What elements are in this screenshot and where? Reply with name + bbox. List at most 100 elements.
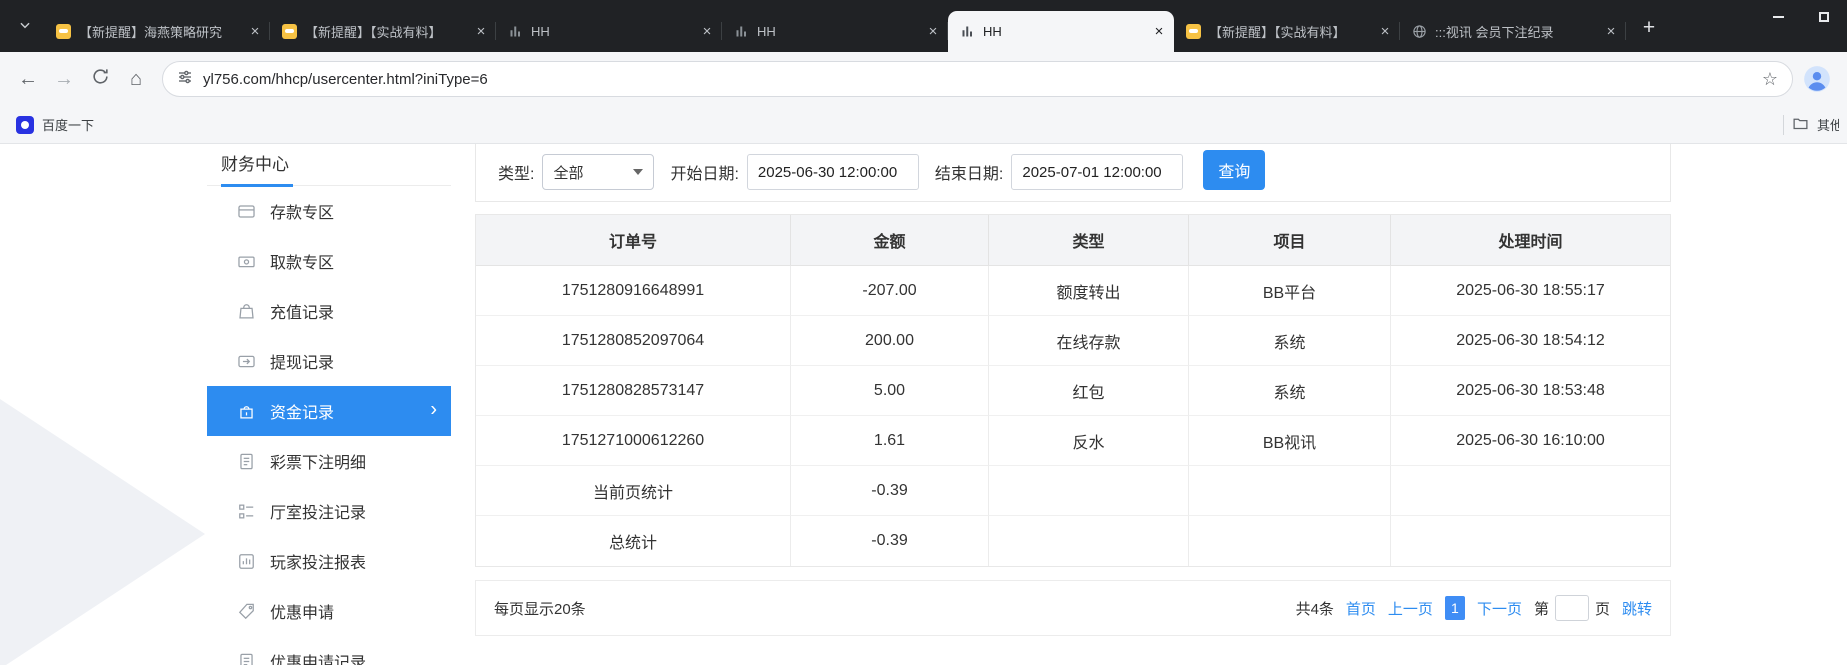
end-date-input[interactable] bbox=[1011, 154, 1183, 190]
maximize-icon bbox=[1819, 12, 1829, 22]
sidebar-item-player-bet-report[interactable]: 玩家投注报表 bbox=[207, 536, 451, 586]
back-icon: ← bbox=[18, 68, 38, 91]
profile-avatar[interactable] bbox=[1803, 65, 1831, 93]
pager: 共4条 首页 上一页 1 下一页 第 页 跳转 bbox=[1296, 595, 1652, 621]
sidebar-item-promo-application-records[interactable]: 优惠申请记录 bbox=[207, 636, 451, 665]
folder-icon bbox=[1792, 115, 1809, 135]
chat-favicon bbox=[282, 24, 297, 39]
sidebar-item-label: 取款专区 bbox=[270, 249, 334, 273]
sidebar-item-withdraw-zone[interactable]: 取款专区 bbox=[207, 236, 451, 286]
order-id-cell: 1751280916648991 bbox=[476, 266, 791, 316]
type-cell: 额度转出 bbox=[989, 266, 1189, 316]
type-cell: 红包 bbox=[989, 366, 1189, 416]
sidebar-item-withdrawal-records[interactable]: 提现记录 bbox=[207, 336, 451, 386]
browser-tab[interactable]: 【新提醒】【实战有料】 × bbox=[270, 11, 496, 52]
next-page-link[interactable]: 下一页 bbox=[1477, 598, 1522, 619]
cash-out-icon bbox=[237, 352, 256, 371]
tab-close-icon[interactable]: × bbox=[246, 23, 264, 41]
new-tab-button[interactable]: + bbox=[1634, 13, 1664, 43]
window-controls bbox=[1755, 0, 1847, 34]
page-jump-input[interactable] bbox=[1555, 595, 1589, 621]
site-info-icon[interactable] bbox=[177, 69, 193, 90]
amount-cell: 5.00 bbox=[791, 366, 989, 416]
tab-close-icon[interactable]: × bbox=[698, 23, 716, 41]
tab-close-icon[interactable]: × bbox=[1150, 23, 1168, 41]
forward-icon: → bbox=[54, 68, 74, 91]
tab-list: 【新提醒】海燕策略研究 × 【新提醒】【实战有料】 × HH × HH × HH… bbox=[44, 11, 1626, 52]
sidebar-item-deposit-zone[interactable]: 存款专区 bbox=[207, 186, 451, 236]
sidebar-item-label: 玩家投注报表 bbox=[270, 549, 366, 573]
total-count: 共4条 bbox=[1296, 598, 1334, 619]
browser-tab[interactable]: HH × bbox=[496, 11, 722, 52]
browser-tab[interactable]: :::视讯 会员下注纪录 × bbox=[1400, 11, 1626, 52]
time-cell bbox=[1391, 516, 1670, 566]
type-select-value: 全部 bbox=[553, 162, 583, 183]
table-row: 1751280916648991 -207.00 额度转出 BB平台 2025-… bbox=[476, 266, 1670, 316]
start-date-input[interactable] bbox=[747, 154, 919, 190]
minimize-button[interactable] bbox=[1755, 0, 1801, 34]
table-row-page-total: 当前页统计 -0.39 bbox=[476, 466, 1670, 516]
query-button[interactable]: 查询 bbox=[1203, 150, 1265, 190]
sidebar-item-label: 厅室投注记录 bbox=[270, 499, 366, 523]
sidebar-item-label: 资金记录 bbox=[270, 399, 334, 423]
type-cell: 反水 bbox=[989, 416, 1189, 466]
home-button[interactable]: ⌂ bbox=[118, 61, 154, 97]
url-bar[interactable]: yl756.com/hhcp/usercenter.html?iniType=6… bbox=[162, 61, 1793, 97]
tab-close-icon[interactable]: × bbox=[1376, 23, 1394, 41]
reload-button[interactable] bbox=[82, 61, 118, 97]
browser-tab[interactable]: 【新提醒】海燕策略研究 × bbox=[44, 11, 270, 52]
type-cell bbox=[989, 516, 1189, 566]
globe-favicon bbox=[1412, 24, 1427, 39]
record-document-icon bbox=[237, 652, 256, 665]
chat-favicon bbox=[56, 24, 71, 39]
table-body: 1751280916648991 -207.00 额度转出 BB平台 2025-… bbox=[476, 266, 1670, 566]
chevron-down-icon bbox=[633, 169, 643, 175]
jump-button[interactable]: 跳转 bbox=[1622, 598, 1652, 619]
sidebar-item-label: 提现记录 bbox=[270, 349, 334, 373]
tab-close-icon[interactable]: × bbox=[472, 23, 490, 41]
hh-bars-favicon bbox=[734, 24, 749, 39]
hh-bars-favicon bbox=[508, 24, 523, 39]
browser-tab[interactable]: HH × bbox=[722, 11, 948, 52]
sidebar-header: 财务中心 bbox=[207, 144, 451, 186]
sidebar-item-funds-records[interactable]: 资金记录 › bbox=[207, 386, 451, 436]
jump-label-post: 页 bbox=[1595, 598, 1610, 619]
sidebar-item-label: 优惠申请 bbox=[270, 599, 334, 623]
pagination-bar: 每页显示20条 共4条 首页 上一页 1 下一页 第 页 跳转 bbox=[475, 580, 1671, 636]
prev-page-link[interactable]: 上一页 bbox=[1388, 598, 1433, 619]
bookmark-baidu[interactable]: 百度一下 bbox=[8, 111, 102, 139]
records-table: 订单号 金额 类型 项目 处理时间 1751280916648991 -207.… bbox=[475, 214, 1671, 567]
tab-title: 【新提醒】海燕策略研究 bbox=[79, 22, 238, 41]
bookmark-label: 百度一下 bbox=[42, 115, 94, 134]
other-bookmarks[interactable]: 其他书签 bbox=[1783, 115, 1839, 135]
tab-search-button[interactable] bbox=[8, 10, 42, 44]
bookmark-star-icon[interactable]: ☆ bbox=[1762, 69, 1778, 90]
sidebar-item-hall-bet-records[interactable]: 厅室投注记录 bbox=[207, 486, 451, 536]
funds-bag-icon bbox=[237, 402, 256, 421]
sidebar-item-lottery-bet-details[interactable]: 彩票下注明细 bbox=[207, 436, 451, 486]
maximize-button[interactable] bbox=[1801, 0, 1847, 34]
chat-favicon bbox=[1186, 24, 1201, 39]
column-header: 处理时间 bbox=[1391, 215, 1670, 266]
browser-tab[interactable]: 【新提醒】【实战有料】 × bbox=[1174, 11, 1400, 52]
current-page-badge[interactable]: 1 bbox=[1445, 596, 1465, 620]
back-button[interactable]: ← bbox=[10, 61, 46, 97]
type-select[interactable]: 全部 bbox=[542, 154, 654, 190]
money-bag-icon bbox=[237, 302, 256, 321]
column-header: 订单号 bbox=[476, 215, 791, 266]
table-row: 1751280828573147 5.00 红包 系统 2025-06-30 1… bbox=[476, 366, 1670, 416]
type-cell bbox=[989, 466, 1189, 516]
forward-button[interactable]: → bbox=[46, 61, 82, 97]
other-bookmarks-label: 其他书签 bbox=[1817, 115, 1839, 134]
sidebar-item-promo-application[interactable]: 优惠申请 bbox=[207, 586, 451, 636]
order-id-cell: 1751280828573147 bbox=[476, 366, 791, 416]
sidebar-item-recharge-records[interactable]: 充值记录 bbox=[207, 286, 451, 336]
tab-close-icon[interactable]: × bbox=[924, 23, 942, 41]
first-page-link[interactable]: 首页 bbox=[1346, 598, 1376, 619]
browser-tab-active[interactable]: HH × bbox=[948, 11, 1174, 52]
type-filter-label: 类型: bbox=[498, 160, 534, 184]
table-row: 1751280852097064 200.00 在线存款 系统 2025-06-… bbox=[476, 316, 1670, 366]
tab-close-icon[interactable]: × bbox=[1602, 23, 1620, 41]
page-size-text: 每页显示20条 bbox=[494, 598, 586, 619]
url-text[interactable]: yl756.com/hhcp/usercenter.html?iniType=6 bbox=[203, 71, 1752, 88]
